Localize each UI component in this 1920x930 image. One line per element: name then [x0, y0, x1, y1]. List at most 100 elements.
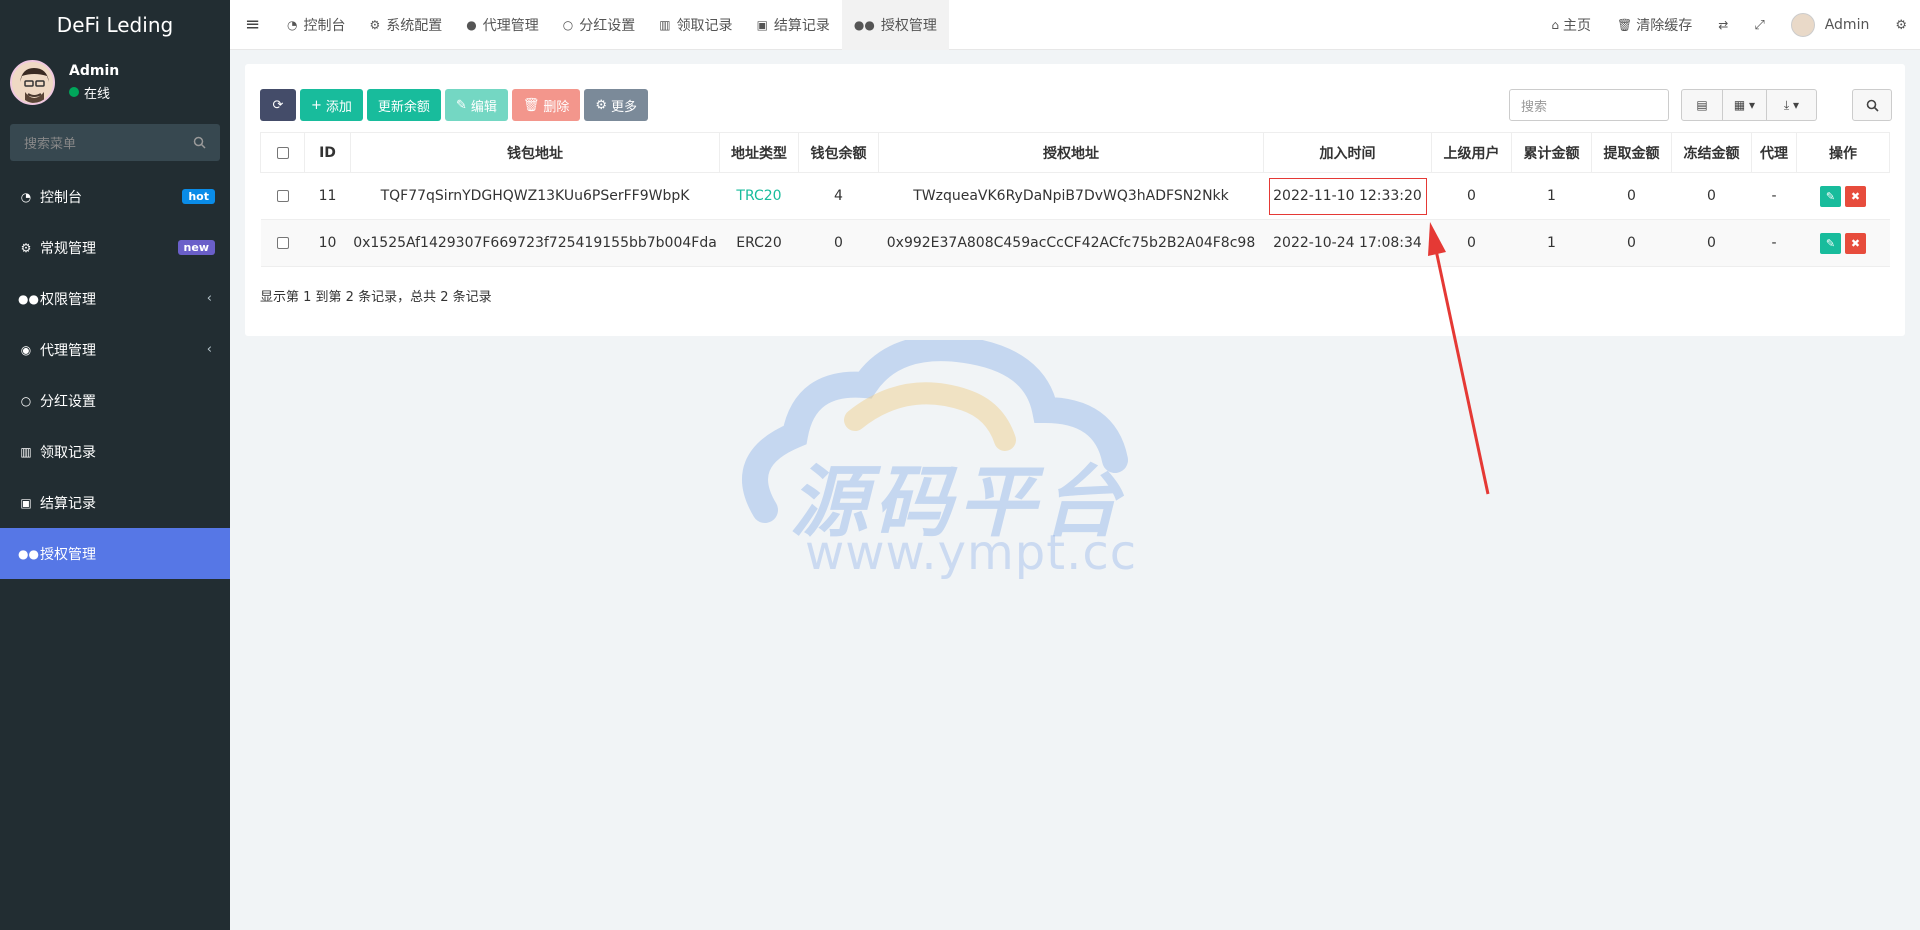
cell-withdrawn: 0: [1591, 172, 1672, 220]
tab-authorization[interactable]: ●● 授权管理: [841, 0, 949, 50]
col-time[interactable]: 加入时间: [1263, 132, 1432, 173]
col-total[interactable]: 累计金额: [1511, 132, 1592, 173]
watermark: 源码平台 www.ympt.cc: [735, 335, 1175, 581]
tab-settlement[interactable]: ▣ 结算记录: [745, 0, 842, 50]
watermark-text: 源码平台: [790, 458, 1127, 548]
search-icon: [193, 136, 206, 149]
cell-agent: -: [1751, 172, 1797, 220]
trash-icon: 🗑: [1617, 18, 1633, 32]
more-button[interactable]: ⚙ 更多: [584, 89, 649, 121]
cell-id: 11: [304, 172, 351, 220]
advanced-search-button[interactable]: [1852, 89, 1892, 121]
col-withdrawn[interactable]: 提取金额: [1591, 132, 1672, 173]
brand-logo[interactable]: DeFi Leding: [0, 0, 230, 50]
language-button[interactable]: ⇄: [1705, 18, 1741, 32]
table-search-input[interactable]: 搜索: [1509, 89, 1669, 121]
cell-wallet: TQF77qSirnYDGHQWZ13KUu6PSerFF9WbpK: [350, 172, 720, 220]
pencil-icon: ✎: [455, 97, 467, 113]
home-link[interactable]: ⌂ 主页: [1538, 15, 1604, 35]
sidebar-item-authorization[interactable]: ●● 授权管理: [0, 528, 230, 579]
new-badge: new: [177, 240, 215, 255]
more-label: 更多: [611, 99, 638, 115]
gear-icon: ⚙: [369, 17, 381, 32]
watermark-url: www.ympt.cc: [805, 525, 1138, 581]
refresh-button[interactable]: ⟳: [260, 89, 296, 121]
circle-icon: ○: [562, 17, 574, 32]
tab-label: 领取记录: [676, 17, 733, 34]
sidebar-menu: ◔ 控制台 hot ⚙ 常规管理 new ●● 权限管理 ‹ ◉ 代理管理 ‹ …: [0, 171, 230, 579]
sidebar-item-permission[interactable]: ●● 权限管理 ‹: [0, 273, 230, 324]
sidebar-item-label: 分红设置: [40, 393, 96, 410]
row-select-cell: [260, 219, 305, 267]
refresh-icon: ⟳: [272, 97, 284, 113]
search-icon: [1866, 99, 1879, 112]
update-balance-label: 更新余额: [377, 99, 430, 115]
table-row[interactable]: 11 TQF77qSirnYDGHQWZ13KUu6PSerFF9WbpK TR…: [260, 172, 1890, 220]
col-balance[interactable]: 钱包余额: [798, 132, 879, 173]
col-agent[interactable]: 代理: [1751, 132, 1797, 173]
col-auth[interactable]: 授权地址: [878, 132, 1264, 173]
tab-dividend[interactable]: ○ 分红设置: [551, 0, 647, 50]
delete-button[interactable]: 🗑 删除: [511, 89, 581, 121]
sidebar-search-input[interactable]: 搜索菜单: [10, 124, 220, 161]
settings-button[interactable]: ⚙: [1882, 18, 1920, 33]
edit-button[interactable]: ✎ 编辑: [444, 89, 508, 121]
language-icon: ⇄: [1718, 18, 1729, 32]
select-all-header: [260, 132, 305, 173]
row-edit-button[interactable]: ✎: [1820, 232, 1841, 254]
table-row[interactable]: 10 0x1525Af1429307F669723f725419155bb7b0…: [260, 219, 1890, 267]
sidebar-item-claims[interactable]: ▥ 领取记录: [0, 426, 230, 477]
sidebar-item-label: 授权管理: [40, 546, 96, 563]
cell-time-highlighted: 2022-11-10 12:33:20: [1263, 172, 1432, 220]
header-user-name: Admin: [1824, 17, 1870, 33]
cell-auth: TWzqueaVK6RyDaNpiB7DvWQ3hADFSN2Nkk: [878, 172, 1264, 220]
select-all-checkbox[interactable]: [276, 146, 289, 159]
user-name: Admin: [69, 62, 120, 79]
fullscreen-button[interactable]: ⤢: [1741, 18, 1777, 33]
tab-claims[interactable]: ▥ 领取记录: [647, 0, 744, 50]
sidebar-item-agent[interactable]: ◉ 代理管理 ‹: [0, 324, 230, 375]
plus-icon: +: [311, 97, 322, 113]
toolbar: ⟳ + 添加 更新余额 ✎ 编辑 🗑 删除 ⚙ 更多: [260, 89, 652, 121]
row-delete-button[interactable]: ✖: [1845, 232, 1866, 254]
sidebar-item-dashboard[interactable]: ◔ 控制台 hot: [0, 171, 230, 222]
columns-button[interactable]: ▦ ▾: [1723, 89, 1767, 121]
sidebar-item-settlement[interactable]: ▣ 结算记录: [0, 477, 230, 528]
chevron-left-icon: ‹: [206, 291, 212, 306]
tab-system-config[interactable]: ⚙ 系统配置: [357, 0, 454, 50]
row-checkbox[interactable]: [276, 237, 289, 249]
table-header-row: ID 钱包地址 地址类型 钱包余额 授权地址 加入时间 上级用户 累计金额 提取…: [260, 132, 1890, 173]
cell-total: 1: [1511, 172, 1592, 220]
user-menu[interactable]: Admin: [1778, 13, 1883, 37]
row-checkbox[interactable]: [276, 190, 289, 202]
toggle-view-button[interactable]: ▤: [1681, 89, 1723, 121]
cell-type[interactable]: TRC20: [719, 172, 799, 220]
cell-balance: 4: [798, 172, 879, 220]
sidebar-item-label: 领取记录: [40, 444, 96, 461]
add-button[interactable]: + 添加: [300, 89, 363, 121]
tab-agent[interactable]: ● 代理管理: [454, 0, 550, 50]
col-wallet[interactable]: 钱包地址: [350, 132, 720, 173]
sidebar-item-general[interactable]: ⚙ 常规管理 new: [0, 222, 230, 273]
export-button[interactable]: ⤓ ▾: [1767, 89, 1817, 121]
row-edit-button[interactable]: ✎: [1820, 185, 1841, 207]
cogs-icon: ⚙: [20, 240, 32, 255]
col-id[interactable]: ID: [304, 132, 351, 173]
circle-icon: ○: [20, 393, 32, 408]
sidebar-item-dividend[interactable]: ○ 分红设置: [0, 375, 230, 426]
update-balance-button[interactable]: 更新余额: [366, 89, 441, 121]
tab-dashboard[interactable]: ◔ 控制台: [275, 0, 357, 50]
edit-label: 编辑: [470, 99, 497, 115]
download-icon: ⤓ ▾: [1783, 97, 1800, 112]
col-parent[interactable]: 上级用户: [1431, 132, 1512, 173]
row-delete-button[interactable]: ✖: [1845, 185, 1866, 207]
clear-cache-button[interactable]: 🗑 清除缓存: [1604, 15, 1705, 35]
sidebar-item-label: 结算记录: [40, 495, 96, 512]
col-frozen[interactable]: 冻结金额: [1671, 132, 1752, 173]
menu-toggle-icon[interactable]: ≡: [230, 14, 275, 35]
cell-ops: ✎ ✖: [1796, 219, 1890, 267]
delete-label: 删除: [543, 99, 570, 115]
tab-label: 代理管理: [482, 17, 539, 34]
col-type[interactable]: 地址类型: [719, 132, 799, 173]
expand-icon: ⤢: [1754, 17, 1765, 33]
